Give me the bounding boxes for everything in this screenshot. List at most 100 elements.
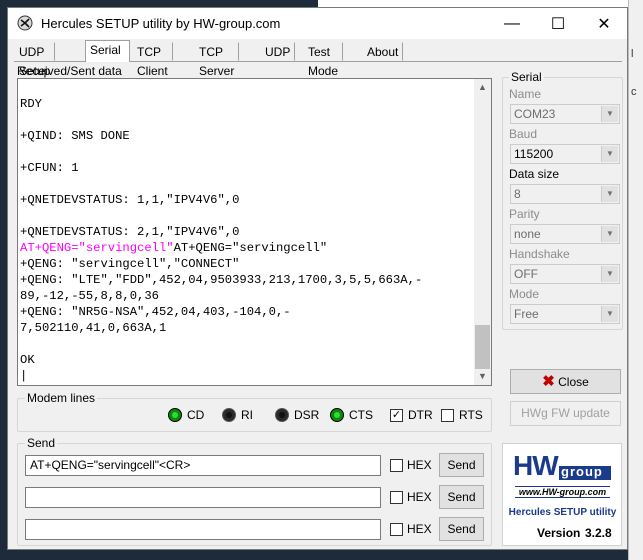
rts-checkbox[interactable] — [441, 409, 454, 422]
log-line-text: +QNETDEVSTATUS: 2,1,"IPV4V6",0 — [20, 225, 240, 239]
fw-update-button[interactable]: HWg FW update — [510, 401, 621, 426]
send-group-title: Send — [25, 436, 58, 450]
dtr-label: DTR — [408, 408, 433, 422]
baud-label: Baud — [509, 127, 538, 141]
log-line-text: +QIND: SMS DONE — [20, 129, 130, 143]
modem-lines-title: Modem lines — [25, 391, 98, 405]
rts-label: RTS — [459, 408, 483, 422]
tab-label: About — [367, 45, 399, 59]
window-title: Hercules SETUP utility by HW-group.com — [41, 16, 281, 31]
log-line: AT+QENG="servingcell"AT+QENG="servingcel… — [20, 240, 422, 256]
close-window-button[interactable]: ✕ — [581, 8, 627, 39]
tab-tcp-server[interactable]: TCP Server — [194, 42, 240, 78]
hex-checkbox-3[interactable] — [390, 523, 403, 536]
dtr-checkbox[interactable]: ✓ — [390, 409, 403, 422]
baud-select[interactable]: 115200 ▼ — [510, 144, 620, 164]
chevron-down-icon: ▼ — [601, 146, 618, 162]
send-button-label: Send — [447, 522, 476, 536]
tab-label: TCP Client — [137, 45, 168, 78]
close-x-icon: ✖ — [542, 373, 555, 390]
hw-group-logo[interactable]: HW group www.HW-group.com Hercules SETUP… — [502, 443, 622, 546]
tab-serial[interactable]: Serial — [85, 40, 130, 62]
tab-label: TCP Server — [199, 45, 235, 78]
tab-udp[interactable]: UDP — [260, 42, 296, 61]
dsr-label: DSR — [294, 408, 320, 422]
scroll-thumb[interactable] — [475, 325, 490, 369]
chevron-down-icon: ▼ — [601, 186, 618, 202]
log-line-text: 89,-12,-55,8,8,0,36 — [20, 289, 159, 303]
send-button-label: Send — [447, 458, 476, 472]
fw-update-label: HWg FW update — [521, 406, 610, 420]
log-line: OK — [20, 352, 422, 368]
title-bar[interactable]: Hercules SETUP utility by HW-group.com —… — [8, 8, 627, 39]
log-line: +QENG: "LTE","FDD",452,04,9503933,213,17… — [20, 272, 422, 288]
hw-logo-product: Hercules SETUP utility — [508, 507, 617, 518]
send-button-3[interactable]: Send — [439, 517, 484, 541]
log-line-text: AT+QENG="servingcell" — [20, 241, 174, 255]
send-input-2[interactable] — [25, 487, 381, 508]
maximize-button[interactable]: ☐ — [535, 8, 581, 39]
hercules-window: Hercules SETUP utility by HW-group.com —… — [7, 7, 628, 550]
handshake-label: Handshake — [509, 247, 570, 261]
cd-label: CD — [187, 408, 205, 422]
hex-label-2: HEX — [407, 490, 432, 504]
log-line-text: RDY — [20, 97, 42, 111]
cd-led-icon — [168, 408, 182, 422]
send-button-2[interactable]: Send — [439, 485, 484, 509]
tab-tcp-client[interactable]: TCP Client — [132, 42, 173, 78]
background-window-top — [318, 0, 628, 7]
tab-udp-setup[interactable]: UDP Setup — [14, 42, 56, 78]
parity-select[interactable]: none ▼ — [510, 224, 620, 244]
data-size-select[interactable]: 8 ▼ — [510, 184, 620, 204]
minimize-icon: — — [504, 14, 520, 32]
mode-select[interactable]: Free ▼ — [510, 304, 620, 324]
cts-label: CTS — [349, 408, 373, 422]
log-line: 89,-12,-55,8,8,0,36 — [20, 288, 422, 304]
name-label: Name — [509, 87, 542, 101]
background-window-edge: l c — [628, 0, 643, 560]
send-input-3[interactable] — [25, 519, 381, 540]
scroll-up-icon[interactable]: ▲ — [474, 79, 491, 96]
received-sent-label: Received/Sent data — [17, 64, 122, 78]
hex-checkbox-2[interactable] — [390, 491, 403, 504]
version-label: Version — [537, 526, 581, 540]
log-line: +QNETDEVSTATUS: 2,1,"IPV4V6",0 — [20, 224, 422, 240]
received-log: RDY +QIND: SMS DONE +CFUN: 1 +QNETDEVSTATUS… — [20, 80, 422, 384]
send-input-1[interactable]: AT+QENG="servingcell"<CR> — [25, 455, 381, 476]
ri-label: RI — [241, 408, 253, 422]
hex-checkbox-1[interactable] — [390, 459, 403, 472]
chevron-down-icon: ▼ — [601, 266, 618, 282]
hw-logo-hw: HW — [513, 450, 559, 481]
log-line-text: +QENG: "LTE","FDD",452,04,9503933,213,17… — [20, 273, 423, 287]
chevron-down-icon: ▼ — [601, 106, 618, 122]
background-edge-label: l — [631, 48, 634, 60]
tab-about[interactable]: About — [362, 42, 404, 61]
baud-value: 115200 — [514, 147, 554, 161]
hex-label-1: HEX — [407, 458, 432, 472]
close-port-button[interactable]: ✖ Close — [510, 369, 621, 394]
minimize-button[interactable]: — — [489, 8, 535, 39]
mode-label: Mode — [509, 287, 540, 301]
hw-logo-mark: HW group — [513, 452, 613, 482]
mode-value: Free — [514, 307, 539, 321]
log-line: +QNETDEVSTATUS: 1,1,"IPV4V6",0 — [20, 192, 422, 208]
log-line: RDY — [20, 96, 422, 112]
port-name-select[interactable]: COM23 ▼ — [510, 104, 620, 124]
handshake-select[interactable]: OFF ▼ — [510, 264, 620, 284]
send-button-1[interactable]: Send — [439, 453, 484, 477]
scroll-down-icon[interactable]: ▼ — [474, 368, 491, 385]
hex-label-3: HEX — [407, 522, 432, 536]
data-size-value: 8 — [514, 187, 521, 201]
chevron-down-icon: ▼ — [601, 226, 618, 242]
tab-label: Test Mode — [308, 45, 339, 78]
tab-test-mode[interactable]: Test Mode — [303, 42, 344, 78]
parity-value: none — [514, 227, 541, 241]
vertical-scrollbar[interactable]: ▲ ▼ — [474, 79, 491, 385]
log-line-text: +CFUN: 1 — [20, 161, 79, 175]
received-data-area[interactable]: RDY +QIND: SMS DONE +CFUN: 1 +QNETDEVSTATUS… — [17, 78, 492, 386]
maximize-icon: ☐ — [550, 15, 566, 33]
cts-led-icon — [330, 408, 344, 422]
